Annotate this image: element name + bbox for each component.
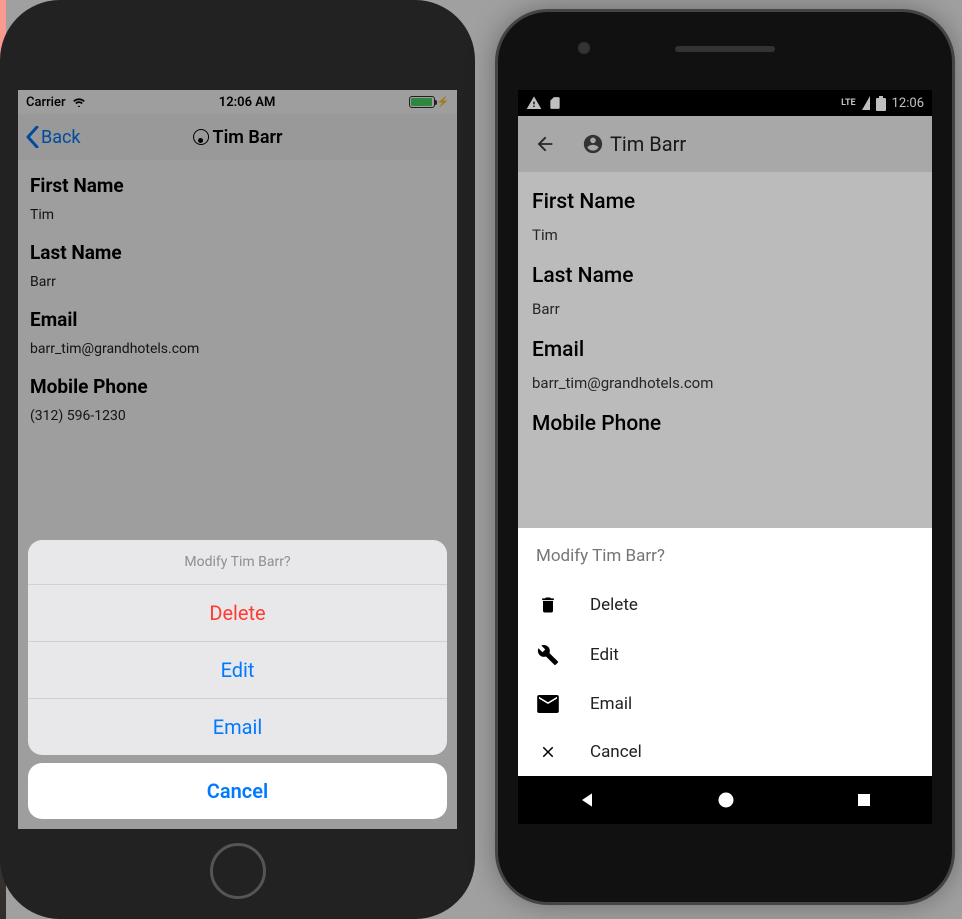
close-icon <box>539 743 557 761</box>
android-screen: LTE 12:06 Tim Barr First Name Tim Last N… <box>518 90 932 824</box>
android-nav-bar <box>518 776 932 824</box>
nav-back-button[interactable] <box>577 790 597 810</box>
delete-button[interactable]: Delete <box>28 584 447 641</box>
edit-button[interactable]: Edit <box>28 641 447 698</box>
sheet-item-label: Email <box>590 694 632 714</box>
cancel-button[interactable]: Cancel <box>28 763 447 819</box>
nav-home-button[interactable] <box>716 790 736 810</box>
cancel-button[interactable]: Cancel <box>518 728 932 776</box>
email-icon <box>537 695 559 713</box>
speaker-grill <box>675 46 775 52</box>
android-bottom-sheet: Modify Tim Barr? Delete Edit Email Cance… <box>518 528 932 776</box>
edit-button[interactable]: Edit <box>518 630 932 680</box>
sheet-title: Modify Tim Barr? <box>518 528 932 580</box>
email-button[interactable]: Email <box>518 680 932 728</box>
sheet-title: Modify Tim Barr? <box>28 540 447 584</box>
delete-button[interactable]: Delete <box>518 580 932 630</box>
wrench-icon <box>537 644 559 666</box>
ios-action-sheet: Modify Tim Barr? Delete Edit Email Cance… <box>28 540 447 819</box>
iphone-screen: Carrier 12:06 AM ⚡ Back Tim Barr First N… <box>18 90 457 829</box>
sheet-item-label: Delete <box>590 595 638 615</box>
trash-icon <box>538 594 558 616</box>
sheet-item-label: Edit <box>590 645 619 665</box>
iphone-device-frame: Carrier 12:06 AM ⚡ Back Tim Barr First N… <box>0 0 475 919</box>
nav-recent-button[interactable] <box>855 791 873 809</box>
email-button[interactable]: Email <box>28 698 447 755</box>
android-device-frame: LTE 12:06 Tim Barr First Name Tim Last N… <box>498 12 952 902</box>
front-camera <box>578 42 590 54</box>
sheet-item-label: Cancel <box>590 742 642 762</box>
home-button[interactable] <box>210 843 266 899</box>
